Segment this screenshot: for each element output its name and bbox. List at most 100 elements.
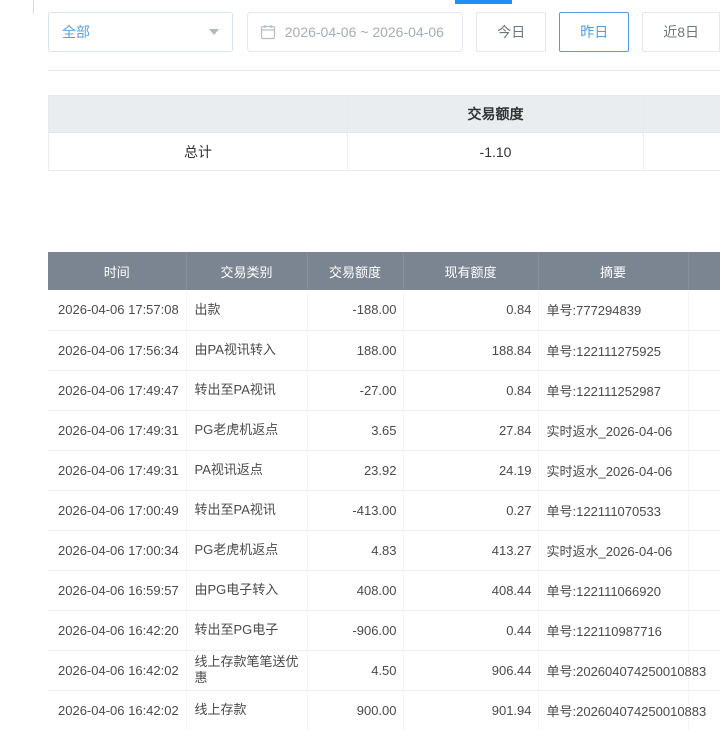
table-cell: 由PA视讯转入 [186, 330, 307, 370]
table-cell: 2026-04-06 17:49:31 [48, 410, 186, 450]
table-cell: 转出至PG电子 [186, 610, 307, 650]
table-cell: 2026-04-06 17:00:49 [48, 490, 186, 530]
transactions-body: 2026-04-06 17:57:08出款-188.000.84单号:77729… [48, 290, 720, 730]
table-cell: 单号:202604074250010883 [538, 690, 688, 730]
category-select[interactable]: 全部 [48, 12, 233, 52]
table-row: 2026-04-06 17:56:34由PA视讯转入188.00188.84单号… [48, 330, 720, 370]
table-cell: 2026-04-06 17:49:47 [48, 370, 186, 410]
summary-table: 交易额度 总计 -1.10 [48, 95, 720, 171]
table-cell: 单号:122111275925 [538, 330, 688, 370]
table-cell: 线上存款笔笔送优惠 [186, 650, 307, 690]
table-row: 2026-04-06 16:42:20转出至PG电子-906.000.44单号:… [48, 610, 720, 650]
table-cell: 408.00 [307, 570, 403, 610]
yesterday-button[interactable]: 昨日 [559, 12, 629, 52]
column-header: 现有额度 [403, 252, 538, 290]
today-button[interactable]: 今日 [476, 12, 546, 52]
table-cell [688, 410, 720, 450]
summary-cell-empty [644, 133, 720, 171]
summary-total-label: 总计 [49, 133, 348, 171]
table-cell: 2026-04-06 17:49:31 [48, 450, 186, 490]
table-row: 2026-04-06 16:42:02线上存款900.00901.94单号:20… [48, 690, 720, 730]
transactions-header-row: 时间交易类别交易额度现有额度摘要 [48, 252, 720, 290]
calendar-icon [260, 24, 276, 40]
chevron-down-icon [209, 29, 219, 35]
table-cell: 出款 [186, 290, 307, 330]
table-row: 2026-04-06 17:00:34PG老虎机返点4.83413.27实时返水… [48, 530, 720, 570]
table-cell: 906.44 [403, 650, 538, 690]
cut-off-edge [33, 0, 34, 14]
table-cell: 0.84 [403, 290, 538, 330]
column-header: 交易额度 [307, 252, 403, 290]
table-cell: -27.00 [307, 370, 403, 410]
table-row: 2026-04-06 17:49:47转出至PA视讯-27.000.84单号:1… [48, 370, 720, 410]
table-cell [688, 570, 720, 610]
table-cell: 2026-04-06 16:59:57 [48, 570, 186, 610]
table-cell: -413.00 [307, 490, 403, 530]
table-cell: 4.50 [307, 650, 403, 690]
table-cell: 2026-04-06 16:42:02 [48, 690, 186, 730]
table-cell: 转出至PA视讯 [186, 370, 307, 410]
table-cell: 0.44 [403, 610, 538, 650]
table-cell [688, 290, 720, 330]
table-cell: 单号:122110987716 [538, 610, 688, 650]
table-row: 2026-04-06 17:00:49转出至PA视讯-413.000.27单号:… [48, 490, 720, 530]
table-cell: 单号:777294839 [538, 290, 688, 330]
last-8-days-button[interactable]: 近8日 [642, 12, 720, 52]
category-select-value: 全部 [62, 22, 90, 42]
column-header [688, 252, 720, 290]
table-cell: 2026-04-06 17:00:34 [48, 530, 186, 570]
table-row: 2026-04-06 17:49:31PA视讯返点23.9224.19实时返水_… [48, 450, 720, 490]
summary-total-value: -1.10 [348, 133, 644, 171]
table-cell: 27.84 [403, 410, 538, 450]
table-cell: 单号:122111070533 [538, 490, 688, 530]
table-cell: PG老虎机返点 [186, 410, 307, 450]
table-cell: -906.00 [307, 610, 403, 650]
table-cell: PA视讯返点 [186, 450, 307, 490]
table-cell: 线上存款 [186, 690, 307, 730]
table-cell: 单号:122111252987 [538, 370, 688, 410]
table-cell [688, 370, 720, 410]
table-cell: 0.84 [403, 370, 538, 410]
date-range-input[interactable]: 2026-04-06 ~ 2026-04-06 [247, 12, 463, 52]
table-cell: 4.83 [307, 530, 403, 570]
table-cell: 900.00 [307, 690, 403, 730]
table-row: 2026-04-06 16:59:57由PG电子转入408.00408.44单号… [48, 570, 720, 610]
table-cell: 由PG电子转入 [186, 570, 307, 610]
table-cell: PG老虎机返点 [186, 530, 307, 570]
table-row: 2026-04-06 16:42:02线上存款笔笔送优惠4.50906.44单号… [48, 650, 720, 690]
table-cell: 188.84 [403, 330, 538, 370]
table-cell: 2026-04-06 17:56:34 [48, 330, 186, 370]
column-header: 交易类别 [186, 252, 307, 290]
table-cell [688, 490, 720, 530]
summary-header-empty [49, 96, 348, 133]
table-cell: -188.00 [307, 290, 403, 330]
table-cell: 单号:122111066920 [538, 570, 688, 610]
table-cell: 3.65 [307, 410, 403, 450]
table-cell: 实时返水_2026-04-06 [538, 450, 688, 490]
summary-header-amount: 交易额度 [348, 96, 644, 133]
table-cell: 实时返水_2026-04-06 [538, 410, 688, 450]
table-cell [688, 530, 720, 570]
transactions-table: 时间交易类别交易额度现有额度摘要 2026-04-06 17:57:08出款-1… [48, 252, 720, 730]
table-cell: 2026-04-06 16:42:02 [48, 650, 186, 690]
table-cell: 188.00 [307, 330, 403, 370]
date-range-value: 2026-04-06 ~ 2026-04-06 [285, 24, 444, 40]
table-cell [688, 610, 720, 650]
table-cell: 单号:202604074250010883 [538, 650, 688, 690]
active-tab-indicator [455, 0, 512, 4]
table-cell: 413.27 [403, 530, 538, 570]
summary-total-row: 总计 -1.10 [49, 133, 720, 171]
table-cell: 2026-04-06 17:57:08 [48, 290, 186, 330]
filter-bar: 全部 2026-04-06 ~ 2026-04-06 今日 昨日 近8日 [48, 12, 720, 52]
table-cell [688, 330, 720, 370]
summary-header-cutoff [644, 96, 720, 133]
divider [48, 70, 720, 71]
column-header: 时间 [48, 252, 186, 290]
table-row: 2026-04-06 17:49:31PG老虎机返点3.6527.84实时返水_… [48, 410, 720, 450]
column-header: 摘要 [538, 252, 688, 290]
table-cell: 转出至PA视讯 [186, 490, 307, 530]
table-cell: 23.92 [307, 450, 403, 490]
table-cell: 408.44 [403, 570, 538, 610]
table-cell: 0.27 [403, 490, 538, 530]
summary-header-row: 交易额度 [49, 96, 720, 133]
